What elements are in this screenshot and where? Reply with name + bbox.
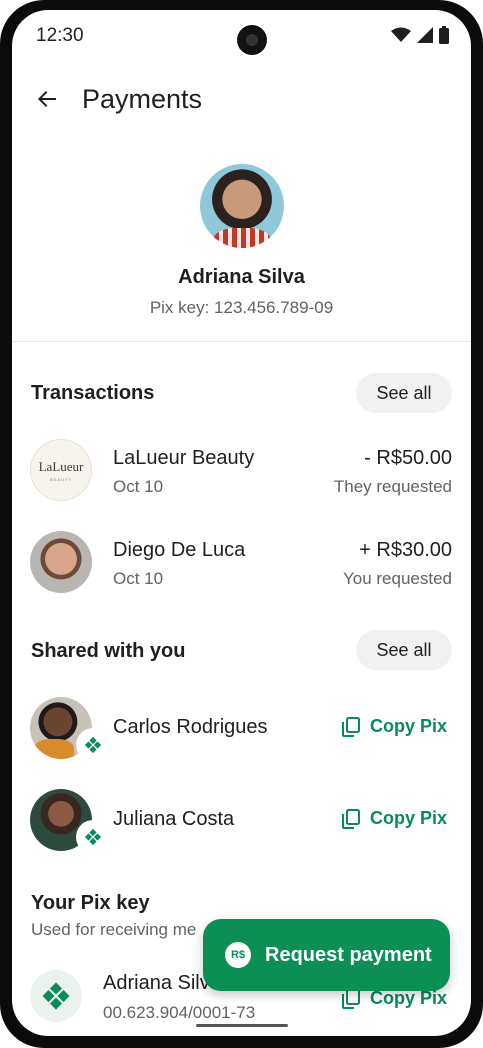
transaction-date: Oct 10 <box>113 477 164 496</box>
request-payment-button[interactable]: R$ Request payment <box>203 919 450 991</box>
pix-icon <box>84 736 102 754</box>
copy-icon <box>341 716 360 737</box>
copy-pix-button[interactable]: Copy Pix <box>341 808 447 829</box>
transaction-name: LaLueur Beauty <box>113 447 255 469</box>
screen: 12:30 Payments Adriana Silva Pix key: 12… <box>12 10 471 1036</box>
profile-pix-key: Pix key: 123.456.789-09 <box>149 298 334 317</box>
logo-brand-subtext: BEAUTY <box>49 476 72 482</box>
lalueur-logo: LaLueur BEAUTY <box>30 439 92 501</box>
top-app-bar: Payments <box>12 76 471 122</box>
profile-avatar <box>200 164 284 248</box>
your-pix-title: Your Pix key <box>31 892 150 914</box>
transaction-row[interactable]: Diego De Luca Oct 10 + R$30.00 You reque… <box>12 526 471 598</box>
home-indicator[interactable] <box>196 1024 288 1027</box>
pix-icon <box>84 828 102 846</box>
transaction-date: Oct 10 <box>113 569 164 588</box>
copy-pix-label: Copy Pix <box>369 988 447 1008</box>
wifi-icon <box>391 27 411 42</box>
front-camera <box>237 25 267 55</box>
avatar <box>30 531 92 593</box>
shared-contact-name: Juliana Costa <box>113 808 235 830</box>
shared-see-all-button[interactable]: See all <box>356 630 452 670</box>
transaction-note: They requested <box>333 477 452 496</box>
profile-name: Adriana Silva <box>178 266 305 288</box>
shared-title: Shared with you <box>31 640 186 662</box>
status-time: 12:30 <box>36 25 84 46</box>
transaction-name: Diego De Luca <box>113 539 246 561</box>
battery-icon <box>439 26 449 44</box>
logo-brand-text: LaLueur <box>38 458 84 474</box>
pix-badge <box>78 822 108 852</box>
pix-badge <box>78 730 108 760</box>
shared-contact-name: Carlos Rodrigues <box>113 716 268 738</box>
transaction-row[interactable]: LaLueur BEAUTY LaLueur Beauty Oct 10 - R… <box>12 434 471 506</box>
transactions-title: Transactions <box>31 382 155 404</box>
your-pix-subtitle: Used for receiving me <box>31 920 197 939</box>
copy-pix-label: Copy Pix <box>369 808 447 828</box>
transactions-see-all-button[interactable]: See all <box>356 373 452 413</box>
status-icons <box>391 26 449 44</box>
transaction-note: You requested <box>342 569 452 588</box>
pix-icon <box>42 982 70 1010</box>
back-button[interactable] <box>30 82 64 116</box>
signal-icon <box>417 27 433 43</box>
status-bar: 12:30 <box>12 10 471 62</box>
copy-pix-label: Copy Pix <box>369 716 447 736</box>
own-pix-avatar <box>30 970 82 1022</box>
copy-pix-button[interactable]: Copy Pix <box>341 716 447 737</box>
page-title: Payments <box>82 84 203 114</box>
shared-row[interactable]: Juliana Costa Copy Pix <box>12 784 471 856</box>
currency-icon: R$ <box>225 942 251 968</box>
own-pix-key: 00.623.904/0001-73 <box>103 1003 256 1022</box>
copy-own-pix-button[interactable]: Copy Pix <box>341 988 447 1009</box>
arrow-back-icon <box>38 91 56 107</box>
device-frame: 12:30 Payments Adriana Silva Pix key: 12… <box>0 0 483 1048</box>
shared-row[interactable]: Carlos Rodrigues Copy Pix <box>12 692 471 764</box>
copy-icon <box>341 988 360 1009</box>
request-payment-label: Request payment <box>265 943 432 966</box>
transaction-amount: - R$50.00 <box>364 447 452 469</box>
copy-icon <box>341 808 360 829</box>
transaction-amount: + R$30.00 <box>359 539 452 561</box>
divider <box>12 341 471 342</box>
